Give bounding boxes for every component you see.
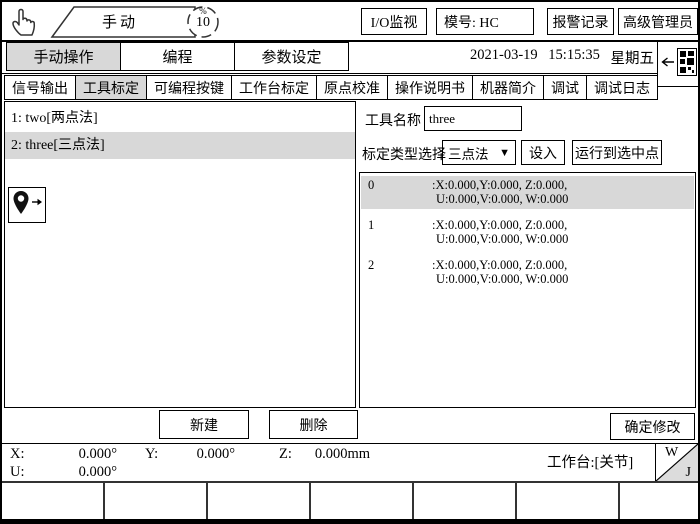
softkey-cell-4[interactable] [311, 483, 414, 521]
point-row-0[interactable]: 0 :X:0.000,Y:0.000, Z:0.000, U:0.000,V:0… [361, 176, 694, 209]
tab-tool-calibration[interactable]: 工具标定 [75, 75, 147, 100]
speed-value: 10 [182, 16, 224, 30]
tab-worktable-calibration[interactable]: 工作台标定 [231, 75, 317, 100]
z-axis-label: Z: [279, 446, 292, 463]
datetime-display: 2021-03-19 15:15:35 星期五 [470, 47, 654, 68]
point-index: 0 [361, 178, 432, 206]
point-coords-line1: :X:0.000,Y:0.000, Z:0.000, [432, 258, 568, 272]
set-in-button[interactable]: 设入 [521, 140, 565, 165]
chevron-down-icon: ▼ [499, 147, 510, 159]
run-to-selected-point-button[interactable]: 运行到选中点 [572, 140, 662, 165]
u-axis-label: U: [10, 464, 25, 481]
point-coords-line2: U:0.000,V:0.000, W:0.000 [432, 192, 568, 206]
world-joint-toggle[interactable]: W J [655, 444, 698, 482]
world-coord-letter: W [665, 445, 678, 461]
point-row-2[interactable]: 2 :X:0.000,Y:0.000, Z:0.000, U:0.000,V:0… [361, 256, 694, 289]
io-monitor-button[interactable]: I/O监视 [361, 8, 427, 35]
alarm-log-button[interactable]: 报警记录 [547, 8, 614, 35]
date-text: 2021-03-19 [470, 47, 538, 68]
softkey-cell-5[interactable] [414, 483, 517, 521]
tab-parameter-setting[interactable]: 参数设定 [234, 42, 349, 71]
point-coords-line2: U:0.000,V:0.000, W:0.000 [432, 272, 568, 286]
back-arrow-icon [660, 55, 675, 73]
tab-signal-output[interactable]: 信号输出 [4, 75, 76, 100]
softkey-cell-3[interactable] [208, 483, 311, 521]
point-index: 2 [361, 258, 432, 286]
confirm-modify-button[interactable]: 确定修改 [610, 413, 695, 440]
y-axis-label: Y: [145, 446, 158, 463]
softkey-cell-6[interactable] [517, 483, 620, 521]
z-axis-value: 0.000mm [302, 446, 370, 463]
tool-list-panel: 1: two[两点法] 2: three[三点法] [4, 101, 356, 408]
tab-origin-calibration[interactable]: 原点校准 [316, 75, 388, 100]
new-button[interactable]: 新建 [159, 410, 249, 439]
separator-line [2, 73, 698, 74]
worktable-mode-text: 工作台:[关节] [547, 451, 633, 472]
point-index: 1 [361, 218, 432, 246]
calibration-panel: 工具名称 标定类型选择 三点法 ▼ 设入 运行到选中点 0 :X:0.000,Y… [356, 101, 700, 408]
point-coords-line2: U:0.000,V:0.000, W:0.000 [432, 232, 568, 246]
u-axis-value: 0.000° [47, 464, 117, 481]
tab-programming[interactable]: 编程 [120, 42, 235, 71]
softkey-footer [2, 481, 698, 521]
x-axis-value: 0.000° [47, 446, 117, 463]
main-tab-bar: 手动操作 编程 参数设定 [6, 42, 349, 71]
tool-name-label: 工具名称 [365, 110, 421, 130]
machine-control-screen: 手动 % 10 I/O监视 模号: HC 报警记录 高级管理员 手动操作 编程 … [0, 0, 700, 524]
softkey-cell-2[interactable] [105, 483, 208, 521]
tab-operation-manual[interactable]: 操作说明书 [387, 75, 473, 100]
status-bar: X: 0.000° Y: 0.000° Z: 0.000mm U: 0.000°… [2, 443, 698, 482]
calibration-type-value: 三点法 [448, 143, 489, 163]
tab-programmable-keys[interactable]: 可编程按键 [146, 75, 232, 100]
tab-debug[interactable]: 调试 [543, 75, 587, 100]
tab-debug-log[interactable]: 调试日志 [586, 75, 658, 100]
calibration-type-label: 标定类型选择 [362, 144, 446, 164]
tool-name-input[interactable] [424, 106, 522, 131]
speed-indicator: % 10 [182, 7, 224, 30]
softkey-cell-1[interactable] [2, 483, 105, 521]
location-pin-icon [12, 190, 30, 221]
time-text: 15:15:35 [548, 47, 600, 68]
admin-level-button[interactable]: 高级管理员 [618, 8, 698, 35]
point-coords-line1: :X:0.000,Y:0.000, Z:0.000, [432, 218, 568, 232]
calibration-type-dropdown[interactable]: 三点法 ▼ [442, 140, 516, 165]
tab-machine-info[interactable]: 机器简介 [472, 75, 544, 100]
qr-code-icon [677, 48, 697, 81]
y-axis-value: 0.000° [170, 446, 235, 463]
qr-code-button[interactable] [657, 42, 699, 87]
pin-arrow-icon [31, 196, 43, 214]
top-bar: 手动 % 10 I/O监视 模号: HC 报警记录 高级管理员 [2, 2, 698, 42]
delete-button[interactable]: 删除 [269, 410, 358, 439]
calibration-points-list: 0 :X:0.000,Y:0.000, Z:0.000, U:0.000,V:0… [359, 172, 696, 408]
sub-tab-bar: 信号输出 工具标定 可编程按键 工作台标定 原点校准 操作说明书 机器简介 调试… [4, 75, 658, 100]
weekday-text: 星期五 [610, 47, 654, 68]
goto-position-button[interactable] [8, 187, 46, 223]
tool-list-item-1[interactable]: 1: two[两点法] [5, 105, 355, 132]
tool-list-item-2[interactable]: 2: three[三点法] [5, 132, 355, 159]
hand-pointer-icon [8, 5, 44, 42]
point-row-1[interactable]: 1 :X:0.000,Y:0.000, Z:0.000, U:0.000,V:0… [361, 216, 694, 249]
joint-coord-letter: J [686, 465, 691, 481]
point-coords-line1: :X:0.000,Y:0.000, Z:0.000, [432, 178, 568, 192]
mode-label: 手动 [102, 11, 138, 32]
tab-manual-operation[interactable]: 手动操作 [6, 42, 121, 71]
model-number-box[interactable]: 模号: HC [436, 8, 534, 35]
x-axis-label: X: [10, 446, 25, 463]
softkey-cell-7[interactable] [620, 483, 698, 521]
